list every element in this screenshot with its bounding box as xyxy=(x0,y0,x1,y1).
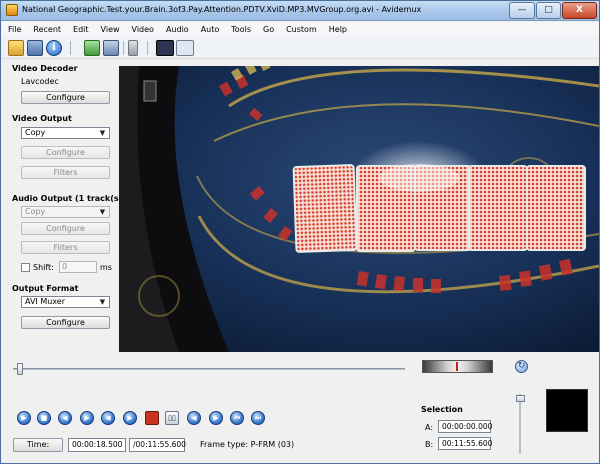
open-audio-icon[interactable] xyxy=(84,40,100,56)
video-preview xyxy=(119,66,599,352)
video-frame-image xyxy=(119,66,599,352)
toolbar-separator xyxy=(70,41,71,55)
stop-icon[interactable]: ■ xyxy=(37,411,51,425)
open-video-icon[interactable] xyxy=(8,40,24,56)
shift-label: Shift: xyxy=(33,263,54,272)
menu-help[interactable]: Help xyxy=(323,25,353,34)
window-title: National Geographic.Test.your.Brain.3of3… xyxy=(22,5,422,14)
play-icon[interactable]: ▶ xyxy=(17,411,31,425)
video-configure-button[interactable]: Configure xyxy=(21,146,110,159)
chevron-down-icon: ▼ xyxy=(99,298,106,306)
video-filters-button[interactable]: Filters xyxy=(21,166,110,179)
selection-b-field[interactable]: 00:11:55.600 xyxy=(438,437,492,450)
current-time-field[interactable]: 00:00:18.500 xyxy=(68,438,126,452)
video-output-title: Video Output xyxy=(12,114,72,123)
time-button[interactable]: Time: xyxy=(13,438,63,452)
video-codec-select[interactable]: Copy ▼ xyxy=(21,127,110,139)
decoder-configure-button[interactable]: Configure xyxy=(21,91,110,104)
output-format-value: AVI Muxer xyxy=(25,297,66,306)
output-preview-icon[interactable] xyxy=(176,40,194,56)
next-frame-icon[interactable]: ▶ xyxy=(80,411,94,425)
format-configure-button[interactable]: Configure xyxy=(21,316,110,329)
total-time-field: /00:11:55.600 xyxy=(129,438,186,452)
next-black-frame-icon[interactable]: ▶ xyxy=(209,411,223,425)
main-window: National Geographic.Test.your.Brain.3of3… xyxy=(0,0,600,464)
audio-filters-button[interactable]: Filters xyxy=(21,241,110,254)
menu-custom[interactable]: Custom xyxy=(280,25,323,34)
info-icon[interactable]: i xyxy=(46,40,62,56)
refresh-icon[interactable]: ↻ xyxy=(515,360,528,373)
menu-bar: File Recent Edit View Video Audio Auto T… xyxy=(2,22,599,36)
audio-codec-select[interactable]: Copy ▼ xyxy=(21,206,110,218)
timeline-thumb[interactable] xyxy=(16,363,23,375)
next-keyframe-icon[interactable]: ▶ xyxy=(123,411,137,425)
timeline-track xyxy=(13,368,405,370)
selection-a-label: A: xyxy=(425,423,434,432)
shift-spinbox[interactable]: 0 xyxy=(59,261,97,273)
output-format-select[interactable]: AVI Muxer ▼ xyxy=(21,296,110,308)
close-button[interactable]: X xyxy=(562,2,597,19)
toolbar: i xyxy=(2,37,599,59)
selection-title: Selection xyxy=(421,405,463,414)
audio-meter xyxy=(546,389,588,432)
go-first-frame-icon[interactable]: ⏮ xyxy=(230,411,244,425)
menu-file[interactable]: File xyxy=(2,25,27,34)
set-marker-b-icon[interactable]: ▯▯ xyxy=(165,411,179,425)
menu-tools[interactable]: Tools xyxy=(225,25,257,34)
chevron-down-icon: ▼ xyxy=(99,208,106,216)
previous-keyframe-icon[interactable]: ◀ xyxy=(101,411,115,425)
previous-black-frame-icon[interactable]: ◀ xyxy=(187,411,201,425)
chevron-down-icon: ▼ xyxy=(99,129,106,137)
decoder-codec-label: Lavcodec xyxy=(21,77,59,86)
menu-recent[interactable]: Recent xyxy=(27,25,67,34)
jog-shuttle[interactable] xyxy=(422,360,493,373)
menu-auto[interactable]: Auto xyxy=(195,25,226,34)
menu-edit[interactable]: Edit xyxy=(67,25,95,34)
menu-audio[interactable]: Audio xyxy=(160,25,195,34)
audio-configure-button[interactable]: Configure xyxy=(21,222,110,235)
shift-value: 0 xyxy=(62,262,68,271)
settings-panel: Video Decoder Lavcodec Configure Video O… xyxy=(2,60,126,353)
audio-codec-value: Copy xyxy=(25,207,46,216)
selection-a-field[interactable]: 00:00:00.000 xyxy=(438,420,492,433)
go-last-frame-icon[interactable]: ⏭ xyxy=(251,411,265,425)
app-icon xyxy=(6,4,18,16)
save-audio-icon[interactable] xyxy=(103,40,119,56)
menu-video[interactable]: Video xyxy=(126,25,160,34)
menu-go[interactable]: Go xyxy=(257,25,280,34)
frame-type-label: Frame type: P-FRM (03) xyxy=(200,440,295,449)
video-decoder-title: Video Decoder xyxy=(12,64,78,73)
volume-thumb[interactable] xyxy=(516,395,525,402)
shift-checkbox[interactable] xyxy=(21,263,30,272)
save-video-icon[interactable] xyxy=(27,40,43,56)
jog-marker xyxy=(456,362,458,371)
shift-unit: ms xyxy=(100,263,112,272)
video-codec-value: Copy xyxy=(25,128,46,137)
timeline-slider[interactable] xyxy=(13,362,405,376)
volume-slider[interactable] xyxy=(516,394,525,454)
menu-view[interactable]: View xyxy=(95,25,126,34)
maximize-button[interactable]: □ xyxy=(536,2,561,19)
volume-track xyxy=(519,394,521,454)
title-bar: National Geographic.Test.your.Brain.3of3… xyxy=(1,1,599,21)
output-format-title: Output Format xyxy=(12,284,79,293)
audio-output-title: Audio Output (1 track(s)) xyxy=(12,194,126,203)
minimize-button[interactable]: — xyxy=(509,2,535,19)
input-preview-icon[interactable] xyxy=(156,40,174,56)
previous-frame-icon[interactable]: ◀ xyxy=(58,411,72,425)
selection-b-label: B: xyxy=(425,440,434,449)
toolbar-separator xyxy=(147,41,148,55)
set-marker-a-icon[interactable] xyxy=(145,411,159,425)
calculator-icon[interactable] xyxy=(128,40,138,56)
toolbar-separator xyxy=(123,41,124,55)
